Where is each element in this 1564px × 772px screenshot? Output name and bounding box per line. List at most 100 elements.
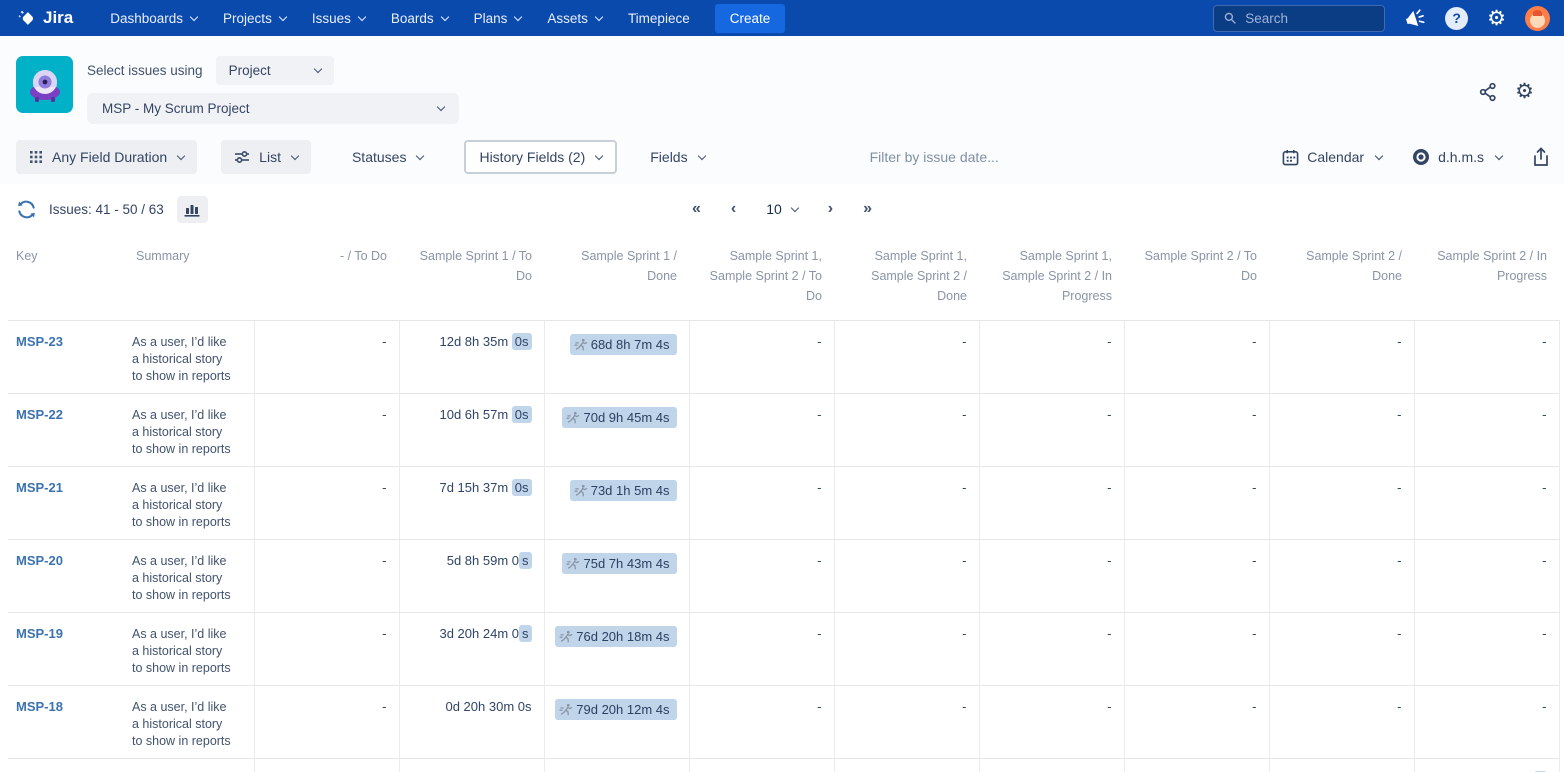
live-duration-pill[interactable]: 79d 20h 12m 4s (555, 699, 676, 720)
global-search[interactable] (1213, 5, 1385, 32)
empty-duration-cell: - (254, 321, 399, 394)
empty-duration-cell: - (1124, 686, 1269, 759)
empty-duration-cell: - (544, 759, 689, 772)
issue-key-link[interactable]: MSP-20 (16, 553, 63, 568)
column-header-sample-sprint-2-to-do[interactable]: Sample Sprint 2 / To Do (1124, 234, 1269, 321)
nav-item-dashboards[interactable]: Dashboards (97, 0, 210, 36)
statuses-label: Statuses (352, 149, 406, 165)
column-header-sample-sprint-1-sample-sprint-2-to-do[interactable]: Sample Sprint 1, Sample Sprint 2 / To Do (689, 234, 834, 321)
view-mode-button[interactable]: List (221, 140, 311, 174)
prev-page-button[interactable]: ‹ (731, 201, 736, 217)
column-header-to-do[interactable]: - / To Do (254, 234, 399, 321)
chevron-down-icon (514, 12, 522, 20)
nav-item-timepiece[interactable]: Timepiece (615, 0, 703, 36)
refresh-icon[interactable] (16, 199, 37, 220)
empty-value: - (382, 553, 386, 568)
gear-icon[interactable]: ⚙ (1487, 8, 1506, 29)
summary-cell: As a user, I’d like a historical story t… (128, 613, 254, 686)
duration-table-wrap: KeySummary- / To DoSample Sprint 1 / To … (0, 234, 1564, 772)
empty-value: - (1107, 553, 1111, 568)
share-icon[interactable] (1478, 82, 1498, 102)
history-fields-button[interactable]: History Fields (2) (464, 140, 617, 174)
jira-logo[interactable]: Jira (18, 8, 73, 28)
empty-value: - (962, 480, 966, 495)
empty-value: - (1107, 626, 1111, 641)
live-duration-pill[interactable]: 70d 9h 45m 4s (562, 407, 676, 428)
empty-duration-cell: - (1414, 394, 1559, 467)
issue-key-link[interactable]: MSP-21 (16, 480, 63, 495)
empty-value: - (1397, 480, 1401, 495)
first-page-button[interactable]: « (692, 201, 701, 217)
nav-item-assets[interactable]: Assets (534, 0, 615, 36)
issue-key-link[interactable]: MSP-18 (16, 699, 63, 714)
calendar-icon (1282, 149, 1299, 166)
column-header-sample-sprint-2-in-progress[interactable]: Sample Sprint 2 / In Progress (1414, 234, 1559, 321)
last-page-button[interactable]: » (863, 201, 872, 217)
create-button[interactable]: Create (715, 4, 786, 33)
empty-value: - (1542, 480, 1546, 495)
column-header-sample-sprint-2-done[interactable]: Sample Sprint 2 / Done (1269, 234, 1414, 321)
issue-key-link[interactable]: MSP-22 (16, 407, 63, 422)
export-icon[interactable] (1532, 147, 1550, 167)
issue-key-link[interactable]: MSP-19 (16, 626, 63, 641)
brand-label: Jira (43, 8, 73, 28)
empty-value: - (1397, 699, 1401, 714)
issue-key-link[interactable]: MSP-23 (16, 334, 63, 349)
empty-value: - (1252, 334, 1256, 349)
nav-item-boards[interactable]: Boards (378, 0, 461, 36)
nav-item-issues[interactable]: Issues (299, 0, 378, 36)
issue-date-filter-input[interactable] (870, 149, 1100, 165)
duration-cell: 5d 8h 59m 0s (399, 540, 544, 613)
chevron-down-icon (697, 151, 705, 159)
avatar[interactable] (1525, 6, 1550, 31)
column-header-sample-sprint-1-sample-sprint-2-done[interactable]: Sample Sprint 1, Sample Sprint 2 / Done (834, 234, 979, 321)
duration-value: 10d 6h 57m 0s (439, 406, 531, 423)
empty-value: - (1252, 553, 1256, 568)
any-field-duration-button[interactable]: Any Field Duration (16, 140, 197, 174)
statuses-button[interactable]: Statuses (339, 140, 436, 174)
next-page-button[interactable]: › (828, 201, 833, 217)
chevron-down-icon (416, 151, 424, 159)
nav-item-projects[interactable]: Projects (210, 0, 299, 36)
help-icon[interactable]: ? (1445, 7, 1468, 30)
live-duration-pill[interactable]: 68d 8h 7m 4s (570, 334, 677, 355)
calendar-button[interactable]: Calendar (1282, 149, 1382, 166)
empty-value: - (817, 626, 821, 641)
issue-source-select[interactable]: Project (216, 56, 334, 85)
empty-duration-cell: - (689, 540, 834, 613)
live-tail-highlight: 0s (512, 479, 532, 496)
time-format-button[interactable]: d.h.m.s (1412, 148, 1502, 166)
empty-duration-cell: - (1414, 321, 1559, 394)
summary-cell: As a user, I’d like a historical story t… (128, 686, 254, 759)
column-header-summary[interactable]: Summary (128, 234, 254, 321)
empty-value: - (962, 699, 966, 714)
chart-view-button[interactable] (177, 196, 208, 223)
empty-value: - (1397, 553, 1401, 568)
column-header-sample-sprint-1-done[interactable]: Sample Sprint 1 / Done (544, 234, 689, 321)
column-header-sample-sprint-1-to-do[interactable]: Sample Sprint 1 / To Do (399, 234, 544, 321)
fields-button[interactable]: Fields (637, 140, 717, 174)
megaphone-icon[interactable] (1404, 8, 1426, 28)
nav-item-plans[interactable]: Plans (461, 0, 535, 36)
key-cell: MSP-23 (8, 321, 128, 394)
summary-text: As a user, I’d like a historical story t… (132, 700, 231, 748)
live-duration-pill[interactable]: 73d 1h 5m 4s (570, 480, 677, 501)
empty-duration-cell: - (1414, 467, 1559, 540)
empty-duration-cell: - (1269, 394, 1414, 467)
settings-gear-icon[interactable]: ⚙ (1515, 81, 1534, 102)
project-select[interactable]: MSP - My Scrum Project (87, 93, 459, 124)
empty-duration-cell: - (689, 686, 834, 759)
key-cell: MSP-20 (8, 540, 128, 613)
column-header-key[interactable]: Key (8, 234, 128, 321)
search-input[interactable] (1245, 11, 1374, 26)
empty-duration-cell: - (254, 467, 399, 540)
timepiece-app-icon[interactable] (16, 56, 73, 113)
live-duration-pill[interactable]: 76d 20h 18m 4s (555, 626, 676, 647)
issues-count-label: Issues: 41 - 50 / 63 (49, 202, 164, 217)
column-header-sample-sprint-1-sample-sprint-2-in-progress[interactable]: Sample Sprint 1, Sample Sprint 2 / In Pr… (979, 234, 1124, 321)
live-duration-pill[interactable]: 75d 7h 43m 4s (562, 553, 676, 574)
nav-item-label: Timepiece (628, 11, 690, 26)
page-size-select[interactable]: 10 (766, 201, 798, 217)
empty-value: - (382, 334, 386, 349)
empty-value: - (1107, 334, 1111, 349)
